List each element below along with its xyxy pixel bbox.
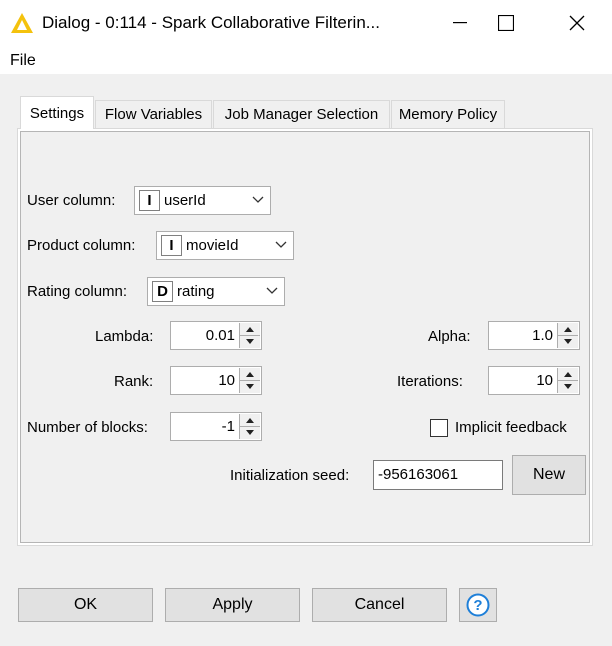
help-glyph: ? <box>473 597 482 614</box>
menu-bar <box>0 46 612 74</box>
minimize-icon <box>453 22 467 24</box>
implicit-feedback-checkbox[interactable] <box>430 419 448 437</box>
ok-button[interactable]: OK <box>18 588 153 622</box>
cancel-button[interactable]: Cancel <box>312 588 447 622</box>
lambda-label: Lambda: <box>95 328 154 345</box>
alpha-value: 1.0 <box>532 327 553 344</box>
implicit-feedback-label[interactable]: Implicit feedback <box>455 419 567 436</box>
tab-job-manager-selection[interactable]: Job Manager Selection <box>213 100 390 128</box>
alpha-label: Alpha: <box>428 328 471 345</box>
product-column-label: Product column: <box>27 237 136 254</box>
triangle-down-icon <box>564 383 572 389</box>
tab-flow-variables[interactable]: Flow Variables <box>95 100 212 128</box>
triangle-down-icon <box>246 429 254 435</box>
triangle-up-icon <box>246 371 254 377</box>
spin-down-button[interactable] <box>558 380 578 392</box>
lambda-spin-buttons <box>239 323 260 348</box>
rank-label: Rank: <box>114 373 154 390</box>
blocks-label: Number of blocks: <box>27 419 148 436</box>
iterations-spinner[interactable]: 10 <box>488 366 580 395</box>
blocks-spinner[interactable]: -1 <box>170 412 262 441</box>
tab-memory-policy[interactable]: Memory Policy <box>391 100 505 128</box>
new-seed-button[interactable]: New <box>512 455 586 495</box>
double-type-icon: D <box>152 281 173 302</box>
chevron-down-icon <box>252 196 264 203</box>
iterations-label: Iterations: <box>397 373 463 390</box>
help-icon: ? <box>466 593 490 617</box>
seed-input[interactable]: -956163061 <box>373 460 503 490</box>
triangle-up-icon <box>246 417 254 423</box>
integer-type-icon: I <box>161 235 182 256</box>
triangle-up-icon <box>246 326 254 332</box>
rank-value: 10 <box>218 372 235 389</box>
blocks-spin-buttons <box>239 414 260 439</box>
menu-file[interactable]: File <box>10 52 36 70</box>
triangle-down-icon <box>246 338 254 344</box>
chevron-down-icon <box>266 287 278 294</box>
alpha-spinner[interactable]: 1.0 <box>488 321 580 350</box>
iterations-value: 10 <box>536 372 553 389</box>
tab-settings[interactable]: Settings <box>20 96 94 129</box>
spin-down-button[interactable] <box>240 380 260 392</box>
user-column-label: User column: <box>27 192 116 209</box>
rating-column-value: rating <box>177 283 215 300</box>
rating-column-label: Rating column: <box>27 283 128 300</box>
rating-column-select[interactable]: D rating <box>147 277 285 306</box>
chevron-down-icon <box>275 241 287 248</box>
user-column-value: userId <box>164 192 206 209</box>
help-button[interactable]: ? <box>459 588 497 622</box>
integer-type-icon: I <box>139 190 160 211</box>
blocks-value: -1 <box>221 418 235 435</box>
rank-spin-buttons <box>239 368 260 393</box>
spin-down-button[interactable] <box>240 426 260 438</box>
triangle-down-icon <box>564 338 572 344</box>
spin-down-button[interactable] <box>558 335 578 347</box>
product-column-select[interactable]: I movieId <box>156 231 294 260</box>
lambda-value: 0.01 <box>205 327 235 344</box>
knime-warning-triangle-icon <box>11 13 33 33</box>
triangle-up-icon <box>564 326 572 332</box>
product-column-value: movieId <box>186 237 239 254</box>
iterations-spin-buttons <box>557 368 578 393</box>
close-icon <box>569 15 585 31</box>
seed-label: Initialization seed: <box>230 467 350 484</box>
maximize-button[interactable] <box>483 0 529 46</box>
user-column-select[interactable]: I userId <box>134 186 271 215</box>
window-title: Dialog - 0:114 - Spark Collaborative Fil… <box>42 13 380 32</box>
minimize-button[interactable] <box>437 0 483 46</box>
triangle-up-icon <box>564 371 572 377</box>
maximize-icon <box>498 15 514 31</box>
rank-spinner[interactable]: 10 <box>170 366 262 395</box>
apply-button[interactable]: Apply <box>165 588 300 622</box>
alpha-spin-buttons <box>557 323 578 348</box>
lambda-spinner[interactable]: 0.01 <box>170 321 262 350</box>
spin-down-button[interactable] <box>240 335 260 347</box>
close-window-button[interactable] <box>554 0 600 46</box>
triangle-down-icon <box>246 383 254 389</box>
